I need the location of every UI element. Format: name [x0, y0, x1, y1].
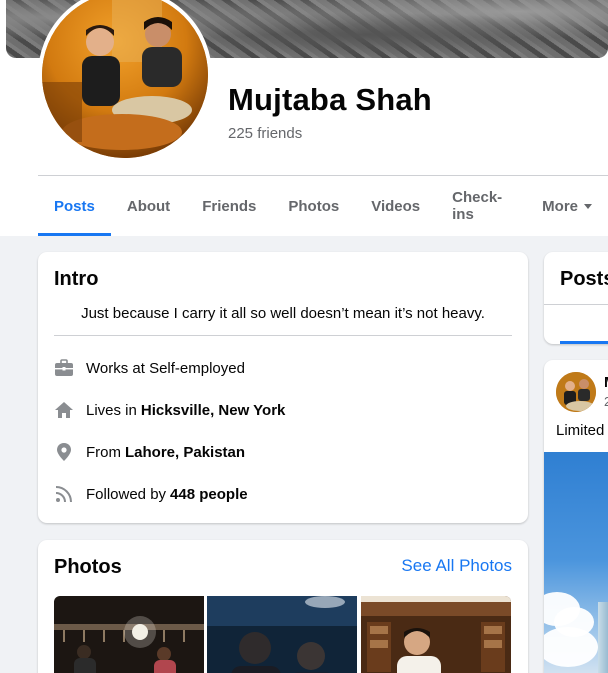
photos-title: Photos — [54, 556, 122, 578]
photo-thumbnail[interactable] — [361, 596, 511, 673]
intro-followers: Followed by 448 people — [54, 482, 248, 506]
post-author-name[interactable]: M — [604, 374, 608, 391]
posts-divider — [544, 304, 608, 305]
intro-from-place[interactable]: Lahore, Pakistan — [125, 444, 245, 461]
post-text: Limited — [556, 422, 605, 439]
building-shape — [598, 602, 608, 673]
tab-label: About — [126, 197, 171, 215]
profile-name: Mujtaba Shah — [228, 82, 432, 117]
post-card: M 2 Limited — [544, 360, 608, 673]
intro-from-prefix: From — [86, 443, 121, 461]
posts-header-card: Posts — [544, 252, 608, 344]
posts-tab-indicator — [560, 341, 608, 344]
intro-lives-prefix: Lives in — [86, 401, 137, 419]
tab-label: Posts — [54, 197, 95, 215]
tab-posts[interactable]: Posts — [38, 176, 111, 236]
location-pin-icon — [54, 442, 74, 462]
intro-work-text: Works at Self-employed — [86, 359, 245, 377]
intro-divider — [54, 335, 512, 336]
tab-label: More — [542, 197, 578, 215]
briefcase-icon — [54, 358, 74, 378]
tab-videos[interactable]: Videos — [355, 176, 436, 236]
tab-label: Videos — [371, 197, 421, 215]
friends-count[interactable]: 225 friends — [228, 125, 302, 142]
tab-photos[interactable]: Photos — [272, 176, 355, 236]
profile-tabs: Posts About Friends Photos Videos Check-… — [38, 176, 608, 236]
home-icon — [54, 400, 74, 420]
photo-thumbnail[interactable] — [54, 596, 204, 673]
intro-bio: Just because I carry it all so well does… — [81, 305, 485, 322]
intro-lives: Lives in Hicksville, New York — [54, 398, 285, 422]
tab-label: Check-ins — [452, 189, 503, 223]
intro-followers-count[interactable]: 448 people — [170, 486, 248, 503]
tab-label: Friends — [202, 197, 257, 215]
tab-friends[interactable]: Friends — [186, 176, 272, 236]
photo-thumbnail[interactable] — [207, 596, 357, 673]
intro-followers-prefix: Followed by — [86, 485, 167, 503]
cloud-shape — [544, 627, 598, 667]
tab-label: Photos — [288, 197, 340, 215]
photos-card: Photos See All Photos — [38, 540, 528, 673]
intro-lives-place[interactable]: Hicksville, New York — [141, 402, 286, 419]
intro-title: Intro — [54, 268, 99, 290]
posts-title: Posts — [560, 268, 608, 290]
intro-card: Intro Just because I carry it all so wel… — [38, 252, 528, 523]
intro-work: Works at Self-employed — [54, 356, 245, 380]
tab-about[interactable]: About — [111, 176, 186, 236]
post-image[interactable] — [544, 452, 608, 673]
rss-feed-icon — [54, 484, 74, 504]
post-author-avatar[interactable] — [556, 372, 596, 412]
tab-check-ins[interactable]: Check-ins — [436, 176, 526, 236]
tab-more[interactable]: More — [526, 176, 608, 236]
intro-from: From Lahore, Pakistan — [54, 440, 245, 464]
post-date[interactable]: 2 — [604, 394, 608, 409]
see-all-photos-link[interactable]: See All Photos — [401, 556, 512, 576]
caret-down-icon — [584, 203, 592, 209]
